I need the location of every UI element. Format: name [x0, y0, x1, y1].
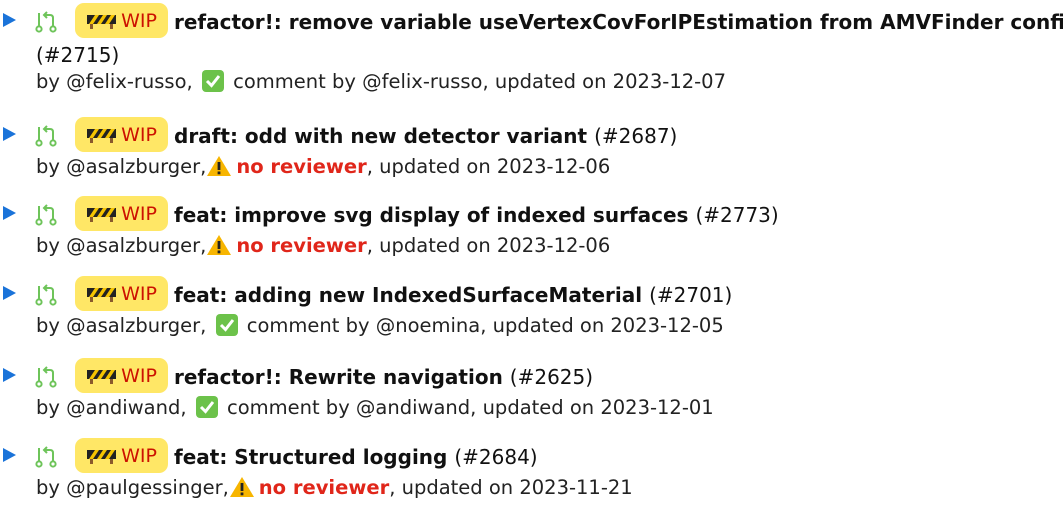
merge-request-icon [35, 446, 57, 468]
pr-review-status: comment by @felix-russo, [233, 70, 489, 93]
construction-barrier-icon [87, 450, 117, 464]
wip-badge: WIP [75, 438, 168, 473]
check-mark-icon [201, 70, 224, 92]
pr-updated: , updated on 2023-12-06 [366, 234, 611, 257]
warning-icon [207, 235, 232, 255]
merge-request-icon [35, 125, 57, 147]
pr-title[interactable]: feat: adding new IndexedSurfaceMaterial … [174, 283, 732, 307]
pr-author: by @paulgessinger, [36, 476, 229, 499]
pr-number[interactable]: (#2773) [695, 203, 778, 227]
pr-author: by @andiwand, [36, 396, 187, 419]
pr-item: WIP refactor!: remove variable useVertex… [0, 3, 1063, 93]
pr-number[interactable]: (#2687) [594, 124, 677, 148]
pr-updated: updated on 2023-12-05 [492, 314, 724, 337]
triangle-right-icon[interactable] [3, 13, 16, 27]
pr-author: by @felix-russo, [36, 70, 193, 93]
pr-header: WIP refactor!: Rewrite navigation (#2625… [0, 358, 1063, 394]
pr-review-status: no reviewer [236, 234, 367, 257]
pr-updated: , updated on 2023-12-06 [366, 155, 611, 178]
wip-label: WIP [121, 444, 157, 467]
wip-label: WIP [121, 123, 157, 146]
triangle-right-icon[interactable] [3, 286, 16, 300]
pr-author: by @asalzburger, [36, 155, 207, 178]
wip-label: WIP [121, 364, 157, 387]
construction-barrier-icon [87, 370, 117, 384]
wip-badge: WIP [75, 196, 168, 231]
warning-icon [229, 477, 254, 497]
pr-meta: by @asalzburger, no reviewer, updated on … [36, 234, 610, 257]
triangle-right-icon[interactable] [3, 127, 16, 141]
pr-number[interactable]: (#2684) [454, 445, 537, 469]
pr-item: WIP feat: adding new IndexedSurfaceMater… [0, 276, 1063, 337]
pr-header: WIP feat: adding new IndexedSurfaceMater… [0, 276, 1063, 312]
pr-review-status: comment by @andiwand, [226, 396, 477, 419]
wip-label: WIP [121, 282, 157, 305]
pr-header: WIP feat: improve svg display of indexed… [0, 196, 1063, 232]
construction-barrier-icon [87, 15, 117, 29]
pr-title[interactable]: refactor!: Rewrite navigation (#2625) [174, 365, 593, 389]
pr-title[interactable]: feat: improve svg display of indexed sur… [174, 203, 779, 227]
wip-badge: WIP [75, 276, 168, 311]
pr-header: WIP draft: odd with new detector variant… [0, 117, 1063, 153]
wip-label: WIP [121, 202, 157, 225]
triangle-right-icon[interactable] [3, 368, 16, 382]
pr-item: WIP feat: Structured logging (#2684) by … [0, 438, 1063, 499]
pr-item: WIP feat: improve svg display of indexed… [0, 196, 1063, 257]
pr-item: WIP draft: odd with new detector variant… [0, 117, 1063, 178]
pr-title[interactable]: feat: Structured logging (#2684) [174, 445, 538, 469]
pr-updated: updated on 2023-12-07 [494, 70, 726, 93]
check-mark-icon [215, 314, 238, 336]
pr-meta: by @asalzburger, no reviewer, updated on … [36, 155, 610, 178]
wip-badge: WIP [75, 117, 168, 152]
pr-meta: by @asalzburger, comment by @noemina, up… [36, 314, 724, 337]
triangle-right-icon[interactable] [3, 206, 16, 220]
wip-badge: WIP [75, 3, 168, 38]
pr-title[interactable]: draft: odd with new detector variant (#2… [174, 124, 677, 148]
triangle-right-icon[interactable] [3, 448, 16, 462]
pr-number[interactable]: (#2715) [36, 43, 119, 67]
pr-number[interactable]: (#2701) [649, 283, 732, 307]
pr-updated: updated on 2023-12-01 [482, 396, 714, 419]
construction-barrier-icon [87, 208, 117, 222]
pr-header: WIP refactor!: remove variable useVertex… [0, 3, 1063, 39]
construction-barrier-icon [87, 129, 117, 143]
check-mark-icon [195, 396, 218, 418]
wip-label: WIP [121, 9, 157, 32]
merge-request-icon [35, 204, 57, 226]
pr-review-status: no reviewer [236, 155, 367, 178]
merge-request-icon [35, 366, 57, 388]
pr-item: WIP refactor!: Rewrite navigation (#2625… [0, 358, 1063, 419]
pr-review-status: comment by @noemina, [246, 314, 487, 337]
pr-meta: by @paulgessinger, no reviewer, updated o… [36, 476, 633, 499]
pr-header: WIP feat: Structured logging (#2684) [0, 438, 1063, 474]
construction-barrier-icon [87, 288, 117, 302]
merge-request-icon [35, 284, 57, 306]
pr-title[interactable]: refactor!: remove variable useVertexCovF… [174, 10, 1063, 34]
wip-badge: WIP [75, 358, 168, 393]
pr-meta: by @felix-russo, comment by @felix-russo… [36, 70, 726, 93]
warning-icon [207, 156, 232, 176]
pr-author: by @asalzburger, [36, 314, 207, 337]
pr-review-status: no reviewer [258, 476, 390, 499]
pr-author: by @asalzburger, [36, 234, 207, 257]
pr-meta: by @andiwand, comment by @andiwand, upda… [36, 396, 714, 419]
pr-updated: , updated on 2023-11-21 [389, 476, 633, 499]
pr-number[interactable]: (#2625) [510, 365, 593, 389]
merge-request-icon [35, 11, 57, 33]
